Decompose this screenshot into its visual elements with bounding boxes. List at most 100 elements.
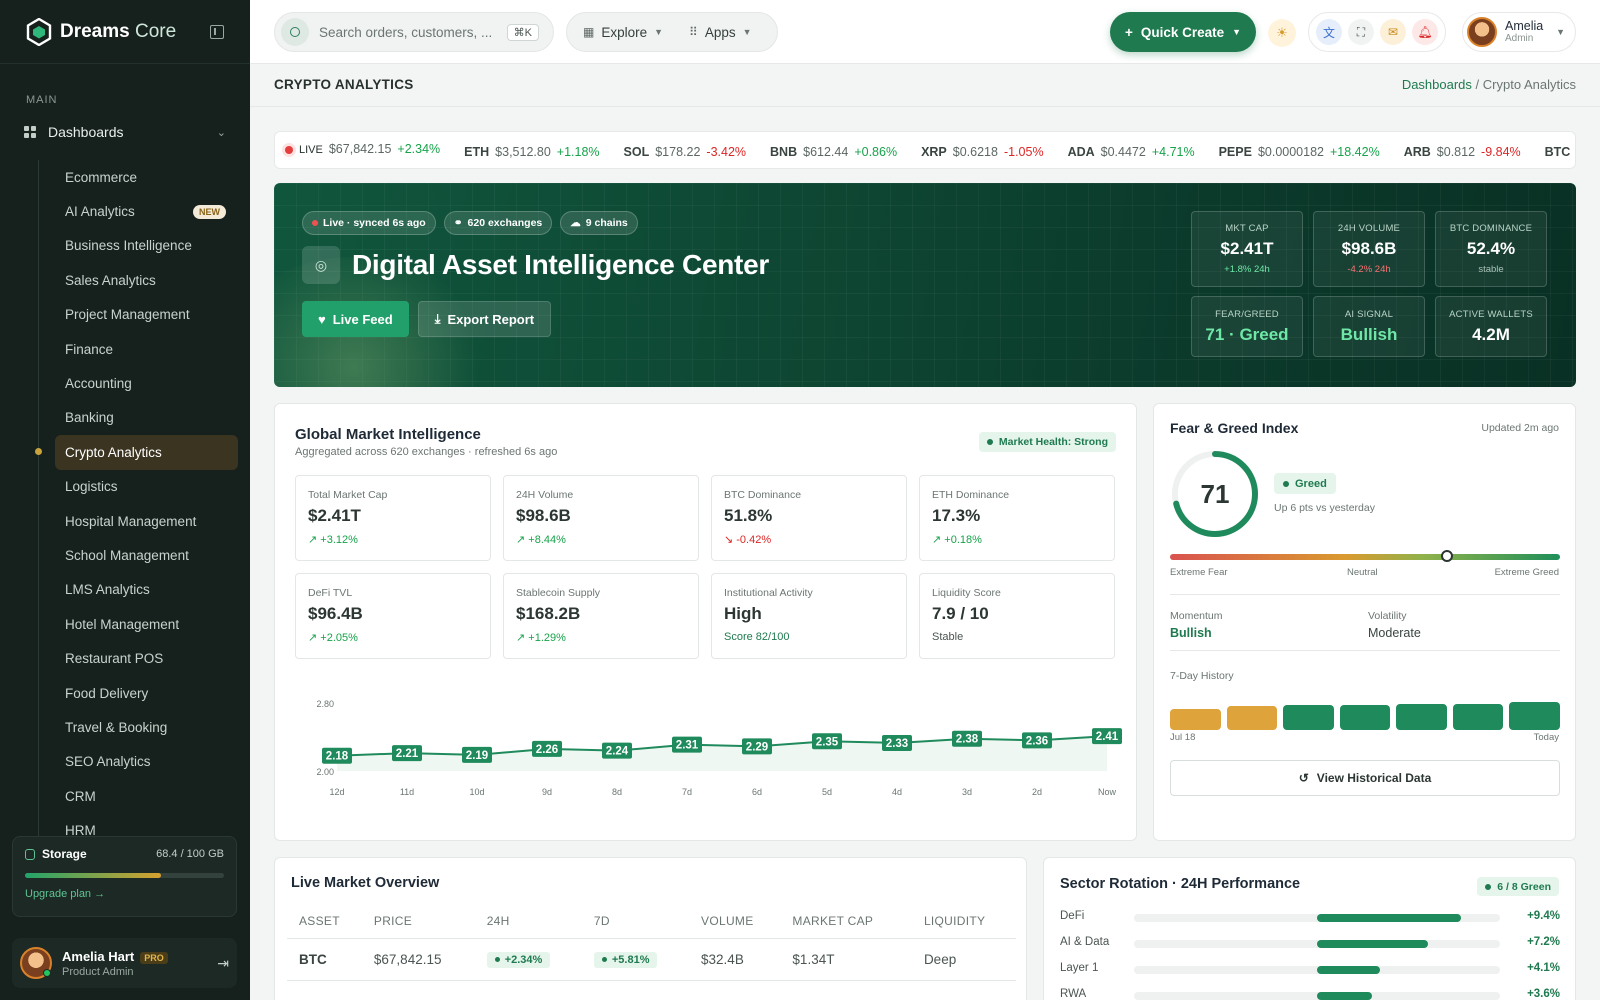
table-row[interactable]: BTC $67,842.15 +2.34% +5.81% $32.4B $1.34T Dee…	[287, 938, 1016, 981]
brand-name-main: Dreams	[60, 20, 130, 42]
kpi-sub: -4.2% 24h	[1347, 264, 1391, 275]
sidebar-item-label: Business Intelligence	[65, 238, 192, 254]
sidebar-item-travel-booking[interactable]: Travel & Booking	[39, 710, 238, 744]
sidebar-item-accounting[interactable]: Accounting	[39, 366, 238, 400]
quick-create-button[interactable]: + Quick Create ▼	[1110, 12, 1256, 52]
x-tick-label: Now	[1098, 787, 1117, 797]
sidebar-item-business-intelligence[interactable]: Business Intelligence	[39, 229, 238, 263]
x-tick-label: 3d	[962, 787, 972, 797]
ticker-price: $612.44	[803, 144, 849, 159]
ticker-item[interactable]: SOL $178.22 -3.42%	[624, 145, 747, 159]
upgrade-plan-link[interactable]: Upgrade plan →	[25, 888, 224, 900]
translate-icon[interactable]: 文	[1316, 19, 1342, 45]
ticker-symbol: XRP	[921, 144, 947, 159]
export-report-button[interactable]: ⤓ Export Report	[417, 301, 552, 337]
search-bar[interactable]: Search orders, customers, ... ⌘K	[274, 12, 554, 52]
green-count-badge: 6 / 8 Green	[1477, 877, 1559, 896]
sidebar-item-crm[interactable]: CRM	[39, 779, 238, 813]
ticker-item[interactable]: $67,842.15 +2.34%	[323, 142, 440, 156]
kpi-tile: MKT CAP $2.41T +1.8% 24h	[1191, 211, 1303, 287]
bell-icon[interactable]: 🔔︎	[1412, 19, 1438, 45]
sidebar-item-school-management[interactable]: School Management	[39, 538, 238, 572]
breadcrumb-dashboards[interactable]: Dashboards	[1402, 77, 1472, 92]
sidebar-item-project-management[interactable]: Project Management	[39, 298, 238, 332]
sector-row: AI & Data +7.2%	[1060, 936, 1560, 950]
metric-value: 7.9 / 10	[932, 604, 989, 623]
logout-icon[interactable]: ⇥	[217, 955, 229, 972]
ticker-item[interactable]: ARB $0.812 -9.84%	[1404, 145, 1521, 159]
brand-bar: Dreams Core	[0, 0, 250, 64]
sidebar-user[interactable]: Amelia Hart PRO Product Admin ⇥	[12, 938, 237, 988]
metric-change: ↗ +1.29%	[516, 632, 566, 644]
sector-percent: +9.4%	[1527, 910, 1560, 922]
export-report-label: Export Report	[447, 311, 535, 327]
sidebar: Dreams Core MAIN Dashboards ⌄ Ecommerce A…	[0, 0, 250, 1000]
kpi-label: AI SIGNAL	[1344, 308, 1394, 320]
ticker-change: -3.42%	[706, 144, 747, 159]
sidebar-collapse-icon[interactable]	[210, 24, 224, 39]
link-icon: ⚭	[453, 217, 463, 229]
search-input[interactable]: Search orders, customers, ...	[319, 25, 492, 40]
ticker-item[interactable]: PEPE $0.0000182 +18.42%	[1219, 145, 1380, 159]
ticker-item[interactable]: XRP $0.6218 -1.05%	[921, 145, 1044, 159]
ticker-item[interactable]: BNB $612.44 +0.86%	[770, 145, 897, 159]
brand-name[interactable]: Dreams Core	[60, 21, 176, 43]
profile-menu[interactable]: Amelia Admin ▼	[1462, 12, 1576, 52]
fear-greed-change: Up 6 pts vs yesterday	[1274, 502, 1375, 514]
fullscreen-icon[interactable]: ⛶	[1348, 19, 1374, 45]
ticker-price: $0.812	[1436, 144, 1476, 159]
column-header: LIQUIDITY	[911, 904, 1016, 939]
asset-cell: BTC	[287, 938, 362, 981]
messages-icon[interactable]: ✉	[1380, 19, 1406, 45]
sidebar-item-banking[interactable]: Banking	[39, 401, 238, 435]
sidebar-item-lms-analytics[interactable]: LMS Analytics	[39, 573, 238, 607]
ticker-item[interactable]: BTC$67,842	[1545, 145, 1575, 159]
download-icon: ⤓	[434, 311, 441, 326]
live-feed-button[interactable]: ♥ Live Feed	[302, 301, 409, 337]
ticker-item[interactable]: ETH $3,512.80 +1.18%	[464, 145, 599, 159]
sidebar-item-seo-analytics[interactable]: SEO Analytics	[39, 745, 238, 779]
sidebar-group-dashboards[interactable]: Dashboards ⌄	[0, 118, 250, 146]
top-nav: ▦ Explore ▼ ⠿ Apps ▼	[566, 12, 778, 52]
sidebar-item-hotel-management[interactable]: Hotel Management	[39, 607, 238, 641]
kpi-label: ACTIVE WALLETS	[1449, 308, 1533, 320]
x-tick-label: 12d	[329, 787, 344, 797]
sidebar-item-ai-analytics[interactable]: AI Analytics NEW	[39, 194, 238, 228]
sidebar-item-restaurant-pos[interactable]: Restaurant POS	[39, 641, 238, 675]
y-tick-label: 2.00	[316, 767, 334, 777]
metric-label: Liquidity Score	[932, 587, 1001, 599]
heart-pulse-icon: ♥	[318, 311, 326, 327]
exchanges-chip: ⚭ 620 exchanges	[443, 211, 553, 235]
sidebar-item-hospital-management[interactable]: Hospital Management	[39, 504, 238, 538]
sidebar-item-ecommerce[interactable]: Ecommerce	[39, 160, 238, 194]
ticker-item[interactable]: ADA $0.4472 +4.71%	[1068, 145, 1195, 159]
sector-track	[1134, 992, 1500, 1000]
kpi-label: MKT CAP	[1225, 223, 1269, 234]
sidebar-item-crypto-analytics[interactable]: Crypto Analytics	[35, 435, 238, 470]
exchanges-chip-label: 620 exchanges	[467, 217, 543, 229]
apps-menu[interactable]: ⠿ Apps ▼	[689, 25, 752, 40]
view-historical-button[interactable]: ↺ View Historical Data	[1170, 760, 1560, 796]
metric-change: ↗ +2.05%	[308, 632, 358, 644]
metric-card: 24H Volume $98.6B ↗ +8.44%	[503, 475, 699, 561]
metric-grid: Total Market Cap $2.41T ↗ +3.12% 24H Volume…	[295, 475, 1117, 659]
history-bar	[1509, 701, 1561, 730]
metric-label: ETH Dominance	[932, 489, 1010, 501]
metric-change: Stable	[932, 631, 964, 643]
sidebar-item-food-delivery[interactable]: Food Delivery	[39, 676, 238, 710]
sidebar-item-label: LMS Analytics	[65, 582, 150, 598]
sidebar-item-finance[interactable]: Finance	[39, 332, 238, 366]
apps-label: Apps	[704, 24, 736, 40]
sector-track	[1134, 914, 1500, 922]
chains-chip: ☁ 9 chains	[560, 211, 638, 235]
avatar	[1467, 17, 1497, 47]
explore-menu[interactable]: ▦ Explore ▼	[583, 25, 663, 40]
card-title: Global Market Intelligence	[295, 426, 481, 443]
metric-value: $168.2B	[516, 604, 581, 623]
kpi-value: $98.6B	[1341, 239, 1397, 258]
theme-toggle-icon[interactable]: ☀	[1268, 19, 1296, 47]
sidebar-item-sales-analytics[interactable]: Sales Analytics	[39, 263, 238, 297]
sidebar-item-logistics[interactable]: Logistics	[39, 470, 238, 504]
ticker-symbol: ARB	[1403, 144, 1431, 159]
view-historical-label: View Historical Data	[1316, 771, 1432, 785]
